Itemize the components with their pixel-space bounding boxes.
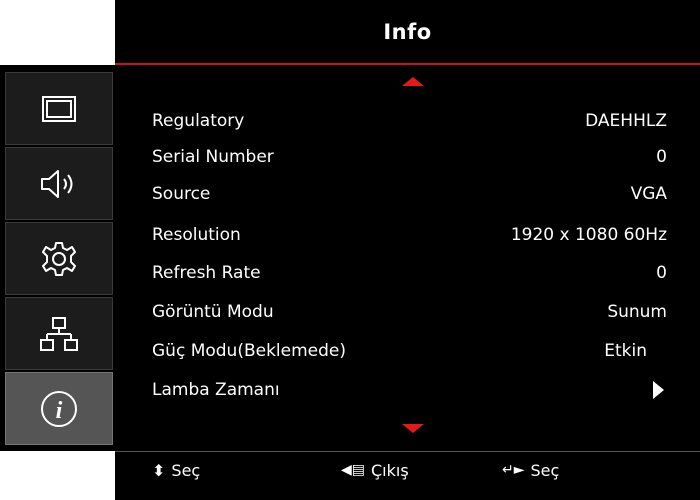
info-row-display-mode: Görüntü Modu Sunum — [152, 294, 667, 330]
hint-exit-label: Çıkış — [371, 460, 409, 480]
display-icon — [42, 95, 76, 122]
scroll-down-arrow-icon[interactable] — [402, 424, 424, 433]
info-row-power-mode: Güç Modu(Beklemede) Etkin — [152, 333, 667, 369]
tab-display[interactable] — [5, 72, 113, 145]
main-panel: Info Regulatory DAEHHLZ Serial Number 0 … — [115, 0, 700, 500]
osd-menu: i Info Regulatory DAEHHLZ Serial Number … — [0, 0, 700, 500]
info-row-source: Source VGA — [152, 176, 667, 212]
audio-icon — [41, 169, 73, 198]
row-value: 0 — [656, 263, 667, 283]
row-label: Lamba Zamanı — [152, 380, 280, 400]
info-row-regulatory: Regulatory DAEHHLZ — [152, 103, 667, 139]
menu-header: Info — [115, 0, 700, 63]
info-icon: i — [41, 390, 77, 427]
row-label: Source — [152, 184, 211, 204]
row-value: 1920 x 1080 60Hz — [510, 225, 667, 245]
enter-icon: ↵► — [502, 462, 525, 478]
hint-select: ⬍ Seç — [152, 452, 200, 488]
row-label: Güç Modu(Beklemede) — [152, 341, 347, 361]
row-label: Serial Number — [152, 147, 274, 167]
menu-back-icon: ◀▤ — [341, 462, 365, 478]
tab-info[interactable]: i — [5, 372, 113, 445]
row-label: Resolution — [152, 225, 241, 245]
tab-audio[interactable] — [5, 147, 113, 220]
info-row-lamp-hours[interactable]: Lamba Zamanı — [152, 372, 667, 408]
scroll-up-arrow-icon[interactable] — [402, 77, 424, 86]
hint-select-label: Seç — [171, 460, 201, 480]
tab-settings[interactable] — [5, 222, 113, 295]
tab-network[interactable] — [5, 297, 113, 370]
info-row-resolution: Resolution 1920 x 1080 60Hz — [152, 217, 667, 253]
footer-hints: ⬍ Seç ◀▤ Çıkış ↵► Seç — [115, 452, 700, 500]
info-row-serial-number: Serial Number 0 — [152, 139, 667, 175]
header-divider — [115, 63, 700, 65]
page-title: Info — [383, 19, 432, 44]
hint-enter-label: Seç — [530, 460, 560, 480]
row-label: Regulatory — [152, 111, 245, 131]
up-down-arrows-icon: ⬍ — [152, 460, 166, 480]
category-tabs: i — [0, 65, 115, 451]
row-value: DAEHHLZ — [585, 111, 667, 131]
hint-enter: ↵► Seç — [502, 452, 559, 488]
row-value: Sunum — [607, 302, 667, 322]
row-value: Etkin — [604, 341, 647, 361]
hint-exit: ◀▤ Çıkış — [341, 452, 409, 488]
row-value: 0 — [656, 147, 667, 167]
network-icon — [40, 316, 78, 351]
settings-icon — [42, 241, 76, 276]
info-row-refresh-rate: Refresh Rate 0 — [152, 255, 667, 291]
svg-text:i: i — [56, 398, 63, 424]
submenu-arrow-icon[interactable] — [653, 381, 664, 399]
row-label: Görüntü Modu — [152, 302, 274, 322]
row-label: Refresh Rate — [152, 263, 261, 283]
row-value: VGA — [630, 184, 667, 204]
